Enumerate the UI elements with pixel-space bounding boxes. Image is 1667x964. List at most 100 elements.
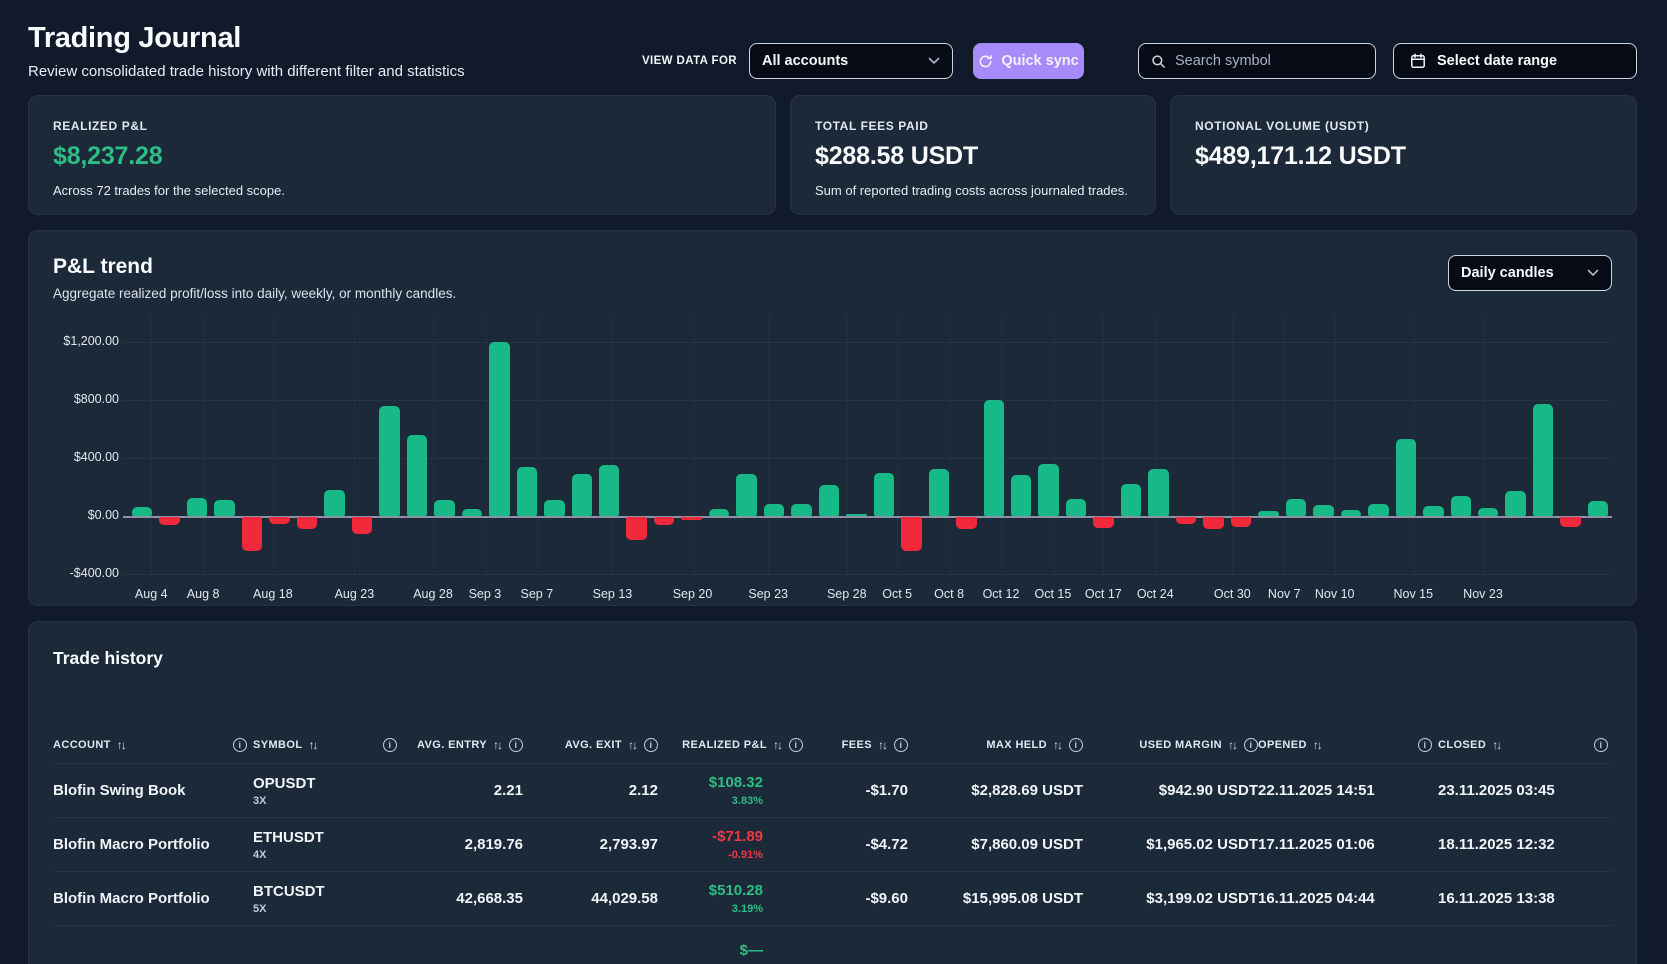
info-icon[interactable]: i [894,738,908,752]
trade-row[interactable]: $— [53,925,1612,964]
pnl-bar-positive[interactable] [1588,501,1608,515]
bar-slot [431,315,458,575]
pnl-bar-positive[interactable] [1505,491,1525,516]
pnl-bar-negative[interactable] [297,517,317,529]
pnl-bar-positive[interactable] [709,509,729,516]
pnl-bar-positive[interactable] [1121,484,1141,516]
column-label: ACCOUNT [53,739,111,751]
pnl-bar-positive[interactable] [1066,499,1086,516]
pnl-bar-negative[interactable] [654,517,674,525]
bar-slot [376,315,403,575]
pnl-bar-positive[interactable] [846,514,866,516]
sort-icon[interactable]: ↑↓ [117,738,127,752]
pnl-bar-positive[interactable] [517,467,537,515]
pnl-bar-positive[interactable] [874,473,894,516]
stat-label: TOTAL FEES PAID [815,119,1131,133]
pnl-bar-negative[interactable] [242,517,262,552]
pnl-bar-positive[interactable] [407,435,427,516]
sort-icon[interactable]: ↑↓ [773,738,783,752]
pnl-bar-positive[interactable] [434,500,454,516]
cell-avg-exit: 2,793.97 [523,836,658,853]
trade-row[interactable]: Blofin Swing BookOPUSDT3X2.212.12$108.32… [53,763,1612,817]
pnl-bar-positive[interactable] [132,507,152,516]
pnl-bar-positive[interactable] [187,498,207,515]
sort-icon[interactable]: ↑↓ [493,738,503,752]
search-input[interactable] [1175,53,1345,69]
pnl-bar-negative[interactable] [1231,517,1251,527]
cell-avg-entry: 2,819.76 [403,836,523,853]
pnl-bar-positive[interactable] [1368,504,1388,516]
x-axis-tick-label: Nov 10 [1315,587,1355,601]
pnl-bar-positive[interactable] [736,474,756,516]
pnl-bar-positive[interactable] [544,500,564,516]
pnl-bar-negative[interactable] [1560,517,1580,527]
trade-row[interactable]: Blofin Macro PortfolioBTCUSDT5X42,668.35… [53,871,1612,925]
quick-sync-button[interactable]: Quick sync [973,43,1084,79]
info-icon[interactable]: i [233,738,247,752]
pnl-bar-negative[interactable] [901,517,921,551]
pnl-bar-positive[interactable] [764,504,784,516]
bar-slot [1090,315,1117,575]
pnl-bar-positive[interactable] [1478,508,1498,516]
pnl-bar-negative[interactable] [352,517,372,534]
pnl-bar-positive[interactable] [1258,511,1278,516]
stat-value: $489,171.12 USDT [1195,142,1612,171]
pnl-bar-negative[interactable] [269,517,289,524]
pnl-bar-positive[interactable] [379,406,399,516]
pnl-bar-positive[interactable] [1313,505,1333,516]
pnl-bar-positive[interactable] [791,504,811,516]
pnl-bar-positive[interactable] [984,400,1004,516]
x-axis-tick-label: Aug 4 [135,587,168,601]
sort-icon[interactable]: ↑↓ [878,738,888,752]
pnl-bar-positive[interactable] [929,469,949,516]
pnl-bar-negative[interactable] [681,517,701,520]
cell-account: Blofin Macro Portfolio [53,836,253,853]
pnl-bar-negative[interactable] [1093,517,1113,529]
pnl-bar-positive[interactable] [1148,469,1168,516]
pnl-bar-positive[interactable] [1533,404,1553,516]
pnl-bar-negative[interactable] [1176,517,1196,524]
y-axis-tick-label: -$400.00 [53,566,119,580]
info-icon[interactable]: i [1244,738,1258,752]
pnl-bar-negative[interactable] [956,517,976,529]
pnl-bar-positive[interactable] [1423,506,1443,515]
stat-subtext: Across 72 trades for the selected scope. [53,183,751,198]
info-icon[interactable]: i [1069,738,1083,752]
sort-icon[interactable]: ↑↓ [1228,738,1238,752]
trade-row[interactable]: Blofin Macro PortfolioETHUSDT4X2,819.762… [53,817,1612,871]
pnl-bar-negative[interactable] [159,517,179,526]
info-icon[interactable]: i [383,738,397,752]
sort-icon[interactable]: ↑↓ [1053,738,1063,752]
pnl-bar-negative[interactable] [1203,517,1223,529]
account-filter-dropdown[interactable]: All accounts [749,43,953,79]
info-icon[interactable]: i [509,738,523,752]
date-range-label: Select date range [1437,53,1557,69]
pnl-bar-positive[interactable] [1286,499,1306,516]
info-icon[interactable]: i [1418,738,1432,752]
info-icon[interactable]: i [644,738,658,752]
bar-slot [981,315,1008,575]
pnl-bar-positive[interactable] [1451,496,1471,516]
pnl-bar-positive[interactable] [1341,510,1361,516]
pnl-bar-positive[interactable] [489,342,509,515]
info-icon[interactable]: i [789,738,803,752]
pnl-bar-positive[interactable] [819,485,839,516]
pnl-bar-negative[interactable] [626,517,646,540]
pnl-bar-positive[interactable] [1038,464,1058,516]
pnl-bar-positive[interactable] [572,474,592,516]
sort-icon[interactable]: ↑↓ [308,738,318,752]
sort-icon[interactable]: ↑↓ [1492,738,1502,752]
pnl-bar-positive[interactable] [324,490,344,516]
pnl-bar-positive[interactable] [1396,439,1416,516]
bar-slot [926,315,953,575]
pnl-bar-positive[interactable] [599,465,619,516]
date-range-button[interactable]: Select date range [1393,43,1637,79]
candle-interval-dropdown[interactable]: Daily candles [1448,255,1612,291]
pnl-bar-positive[interactable] [214,500,234,516]
sort-icon[interactable]: ↑↓ [628,738,638,752]
pnl-bar-positive[interactable] [1011,475,1031,516]
sort-icon[interactable]: ↑↓ [1313,738,1323,752]
pnl-bar-positive[interactable] [462,509,482,516]
info-icon[interactable]: i [1594,738,1608,752]
y-axis-tick-label: $0.00 [53,508,119,522]
